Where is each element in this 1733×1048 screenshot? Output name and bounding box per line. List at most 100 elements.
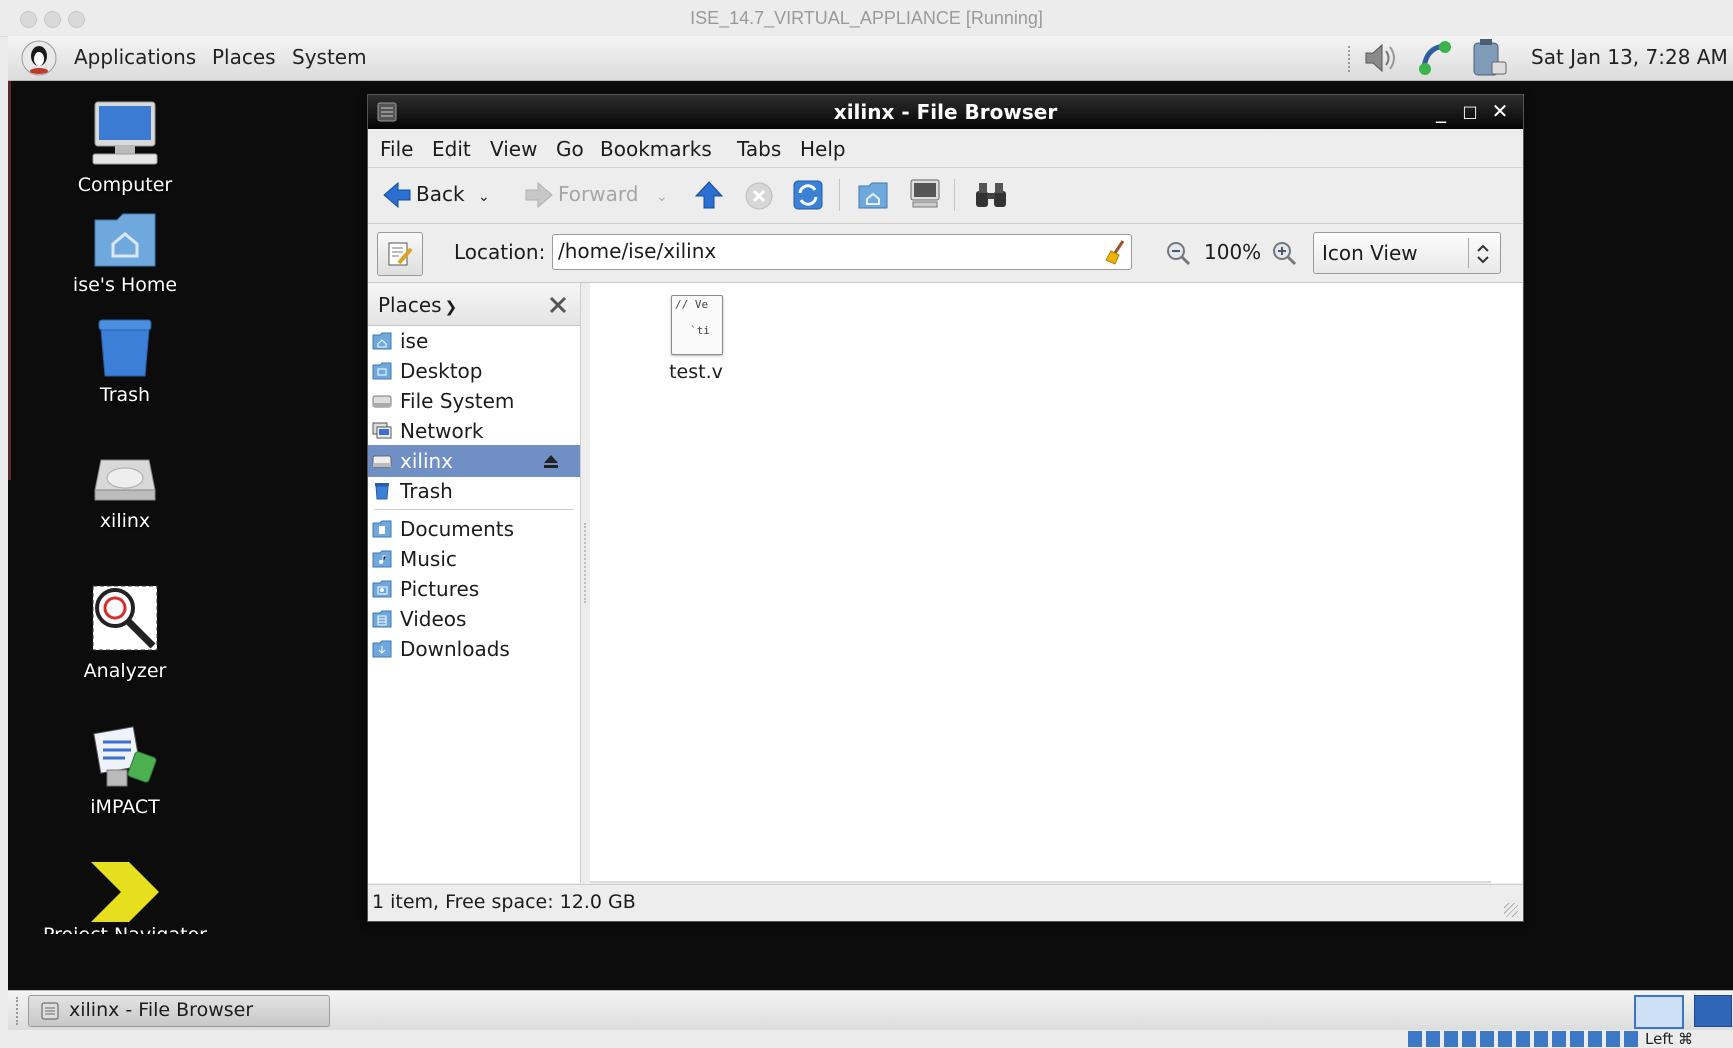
close-sidebar-icon[interactable] (548, 295, 568, 315)
sidebar-item-downloads[interactable]: Downloads (368, 633, 580, 665)
location-label: Location: (454, 240, 546, 264)
maximize-button[interactable]: □ (1458, 102, 1482, 121)
toolbar: Back ⌄ Forward ⌄ (368, 167, 1523, 224)
home-folder-icon (372, 332, 392, 350)
search-binoculars-icon[interactable] (974, 181, 1008, 209)
file-view[interactable]: // Ve `ti test.v (590, 283, 1522, 883)
guest-screen: Applications Places System Sat Jan 13, 7… (8, 36, 1733, 1030)
desktop-computer[interactable]: Computer (15, 100, 235, 196)
file-name: test.v (669, 361, 723, 383)
clear-broom-icon[interactable] (1105, 239, 1127, 265)
sidebar-item-music[interactable]: Music (368, 543, 580, 575)
chevron-down-icon: ❯ (444, 298, 458, 316)
text-file-icon: // Ve `ti (671, 295, 723, 355)
places-dropdown[interactable]: Places ❯ (378, 293, 457, 317)
reload-icon[interactable] (792, 179, 824, 211)
zoom-in-icon[interactable] (1271, 240, 1297, 266)
pane-resize-handle[interactable] (581, 283, 589, 883)
menu-view[interactable]: View (490, 137, 537, 161)
sidebar-item-desktop[interactable]: Desktop (368, 355, 580, 387)
menu-bookmarks[interactable]: Bookmarks (600, 137, 712, 161)
desktop-icon-label: iMPACT (90, 796, 160, 818)
up-arrow-icon[interactable] (694, 180, 724, 210)
forward-history-chevron-icon[interactable]: ⌄ (656, 189, 668, 205)
sidebar-item-videos[interactable]: Videos (368, 603, 580, 635)
back-button[interactable]: Back (382, 179, 472, 213)
select-divider (1468, 238, 1469, 268)
minimize-button[interactable]: _ (1429, 99, 1453, 123)
close-button[interactable]: ✕ (1488, 99, 1512, 123)
eject-icon[interactable] (542, 452, 560, 470)
sidebar-item-file-system[interactable]: File System (368, 385, 580, 417)
videos-folder-icon (372, 610, 392, 628)
network-icon[interactable] (1416, 38, 1456, 78)
analyzer-icon (92, 585, 158, 651)
sidebar-item-network[interactable]: Network (368, 415, 580, 447)
zoom-out-icon[interactable] (1165, 240, 1191, 266)
drive-icon (94, 459, 156, 501)
sidebar-item-label: Pictures (400, 577, 480, 601)
vbox-window-title: ISE_14.7_VIRTUAL_APPLIANCE [Running] (690, 8, 1043, 28)
location-bar: Location: /home/ise/xilinx 100% Icon Vie… (368, 224, 1523, 283)
zoom-level[interactable]: 100% (1204, 240, 1261, 264)
computer-icon[interactable] (909, 179, 941, 209)
file-item[interactable]: // Ve `ti test.v (650, 295, 740, 387)
clock[interactable]: Sat Jan 13, 7:28 AM (1531, 45, 1728, 69)
menu-edit[interactable]: Edit (432, 137, 471, 161)
vbox-title-bar: ISE_14.7_VIRTUAL_APPLIANCE [Running] (0, 0, 1733, 37)
battery-icon[interactable] (1466, 38, 1510, 78)
desktop-edge (8, 80, 11, 480)
distro-logo-icon[interactable] (20, 39, 58, 77)
home-folder-icon[interactable] (858, 181, 888, 209)
places-dropdown-label: Places (378, 293, 442, 317)
desktop-trash[interactable]: Trash (15, 318, 235, 406)
desktop-home[interactable]: ise's Home (15, 212, 235, 296)
back-history-chevron-icon[interactable]: ⌄ (478, 189, 490, 205)
trash-icon (98, 319, 152, 377)
pictures-folder-icon (372, 580, 392, 598)
sidebar-item-documents[interactable]: Documents (368, 513, 580, 545)
resize-grip[interactable] (1504, 903, 1518, 917)
menu-file[interactable]: File (380, 137, 413, 161)
sidebar-item-label: ise (400, 329, 429, 353)
menu-tabs[interactable]: Tabs (737, 137, 781, 161)
menu-help[interactable]: Help (800, 137, 846, 161)
desktop-xilinx-drive[interactable]: xilinx (15, 454, 235, 532)
system-menu[interactable]: System (292, 45, 367, 69)
sidebar-item-label: Videos (400, 607, 467, 631)
select-updown-icon (1477, 244, 1489, 264)
places-menu[interactable]: Places (212, 45, 276, 69)
desktop-icon-label: ise's Home (72, 274, 178, 296)
view-mode-select[interactable]: Icon View (1313, 232, 1501, 274)
desktop-impact[interactable]: iMPACT (15, 724, 235, 818)
vbox-device-icons[interactable] (1408, 1031, 1640, 1047)
toolbar-separator (839, 179, 840, 211)
location-input[interactable]: /home/ise/xilinx (552, 234, 1132, 270)
applications-menu[interactable]: Applications (74, 45, 196, 69)
file-browser-window: xilinx - File Browser _ □ ✕ File Edit Vi… (367, 94, 1524, 922)
desktop-icon-label: Analyzer (83, 660, 167, 682)
sidebar-item-ise[interactable]: ise (368, 325, 580, 357)
volume-icon[interactable] (1360, 41, 1400, 75)
downloads-folder-icon (372, 640, 392, 658)
desktop-analyzer[interactable]: Analyzer (15, 584, 235, 682)
menu-go[interactable]: Go (556, 137, 584, 161)
status-text: 1 item, Free space: 12.0 GB (372, 891, 636, 913)
forward-label: Forward (558, 182, 639, 206)
taskbar-window-button[interactable]: xilinx - File Browser (28, 995, 330, 1027)
sidebar-item-label: Trash (400, 479, 453, 503)
stop-icon[interactable] (744, 181, 774, 211)
sidebar-item-trash[interactable]: Trash (368, 475, 580, 507)
edit-location-icon (388, 242, 413, 266)
sidebar-header: Places ❯ (368, 283, 580, 326)
toggle-location-button[interactable] (377, 232, 423, 276)
forward-button[interactable]: Forward (524, 179, 644, 213)
sidebar-item-xilinx[interactable]: xilinx (368, 445, 580, 477)
workspace-2[interactable] (1694, 995, 1732, 1027)
drive-icon (372, 395, 392, 408)
sidebar-item-pictures[interactable]: Pictures (368, 573, 580, 605)
desktop-project-navigator[interactable]: Project Navigator (15, 862, 235, 934)
file-browser-title-bar[interactable]: xilinx - File Browser _ □ ✕ (368, 95, 1523, 129)
panel-handle (1348, 46, 1354, 72)
workspace-1[interactable] (1634, 995, 1684, 1029)
